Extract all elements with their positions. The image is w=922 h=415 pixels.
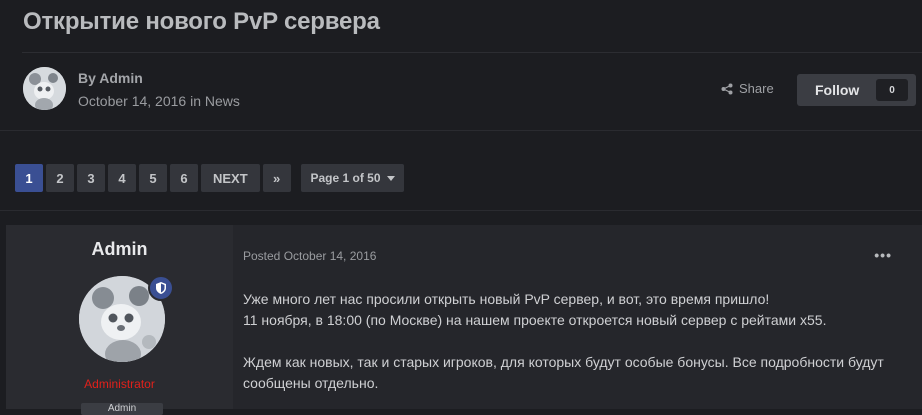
post-paragraph-1: Уже много лет нас просили открыть новый … xyxy=(243,291,770,307)
post-paragraph-2: 11 ноября, в 18:00 (по Москве) на нашем … xyxy=(243,312,827,328)
follow-label: Follow xyxy=(815,82,860,98)
share-icon xyxy=(721,83,733,94)
page-button-4[interactable]: 4 xyxy=(108,164,136,192)
moderator-badge xyxy=(148,275,174,301)
shield-icon xyxy=(156,282,166,294)
title-divider xyxy=(22,52,922,53)
follow-count-badge: 0 xyxy=(876,79,908,101)
author-by-label[interactable]: By Admin xyxy=(78,70,240,86)
more-options-icon[interactable]: ••• xyxy=(874,247,892,263)
post-paragraph-3: Ждем как новых, так и старых игроков, дл… xyxy=(243,354,884,391)
role-badge: Admin xyxy=(81,403,163,415)
avatar-image xyxy=(23,67,66,110)
post-container: Admin Administrator Admin Posted October… xyxy=(6,225,922,415)
page-button-6[interactable]: 6 xyxy=(170,164,198,192)
page-button-3[interactable]: 3 xyxy=(77,164,105,192)
post-date: October 14, 2016 xyxy=(78,93,187,109)
post-meta-line: October 14, 2016 in News xyxy=(78,93,240,109)
pagination-divider xyxy=(0,210,922,211)
follow-button[interactable]: Follow 0 xyxy=(797,74,916,106)
category-link[interactable]: News xyxy=(205,93,240,109)
author-role: Administrator xyxy=(84,377,155,391)
post-author-name[interactable]: Admin xyxy=(6,239,233,260)
author-avatar[interactable] xyxy=(23,67,66,110)
header-divider xyxy=(0,130,922,131)
share-button[interactable]: Share xyxy=(721,81,774,96)
next-page-button[interactable]: NEXT xyxy=(201,164,260,192)
author-byline: By Admin October 14, 2016 in News xyxy=(78,70,240,109)
post-content: Уже много лет нас просили открыть новый … xyxy=(243,289,903,415)
page-button-1[interactable]: 1 xyxy=(15,164,43,192)
pagination: 1 2 3 4 5 6 NEXT » xyxy=(15,164,291,192)
last-page-button[interactable]: » xyxy=(262,164,291,192)
page-button-2[interactable]: 2 xyxy=(46,164,74,192)
page-jump-dropdown[interactable]: Page 1 of 50 xyxy=(301,164,404,192)
page-button-5[interactable]: 5 xyxy=(139,164,167,192)
page-title: Открытие нового PvP сервера xyxy=(23,8,380,35)
post-author-panel: Admin Administrator Admin xyxy=(6,225,233,415)
share-label: Share xyxy=(739,81,774,96)
in-text: in xyxy=(186,93,205,109)
posted-date: Posted October 14, 2016 xyxy=(243,249,377,263)
page-of-label: Page 1 of 50 xyxy=(310,171,381,185)
chevron-down-icon xyxy=(386,175,395,181)
